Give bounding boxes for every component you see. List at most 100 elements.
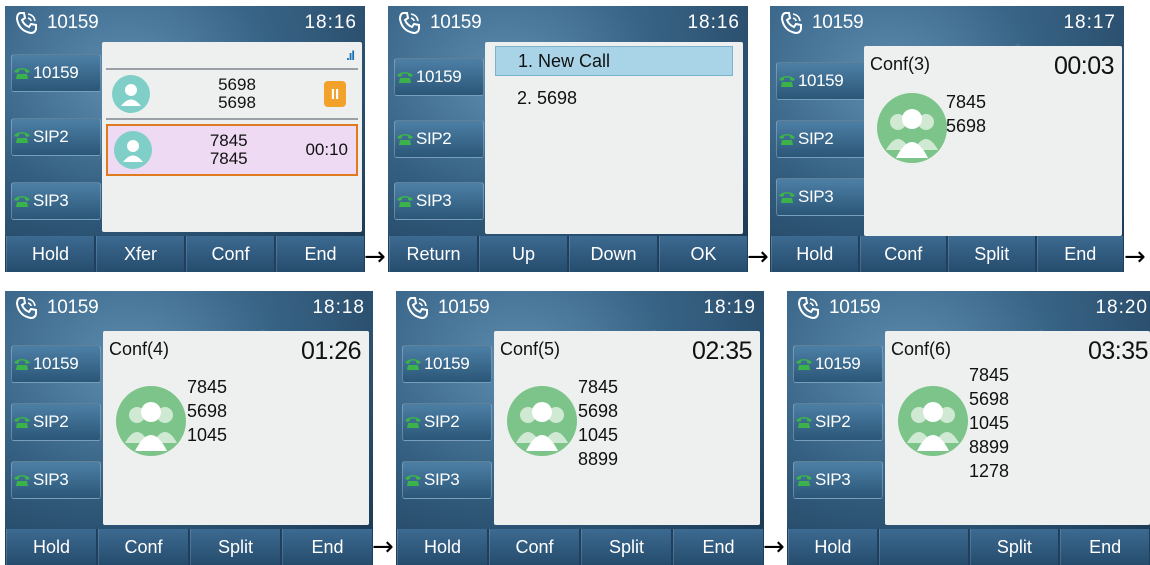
line-key-3[interactable]: SIP3 (11, 461, 101, 499)
line-key-2[interactable]: SIP2 (394, 120, 484, 158)
line-key-3[interactable]: SIP3 (793, 461, 883, 499)
conference-avatar-icon (116, 386, 186, 456)
menu-item-new-call[interactable]: 1. New Call (495, 46, 733, 76)
status-bar: 10159 18:16 (5, 6, 365, 40)
softkey-hold[interactable]: Hold (788, 529, 877, 565)
softkey-down[interactable]: Down (569, 236, 657, 272)
softkey-end[interactable]: End (1036, 236, 1123, 272)
line-key-3[interactable]: SIP3 (402, 461, 492, 499)
conference-title: Conf(5) (500, 339, 561, 359)
line-key-3[interactable]: SIP3 (11, 182, 101, 220)
account-label: 10159 (829, 297, 881, 318)
step-arrow: → (763, 532, 785, 562)
softkey-hold[interactable]: Hold (6, 236, 94, 272)
account-label: 10159 (438, 297, 490, 318)
softkey-split[interactable]: Split (581, 529, 671, 565)
call-row-held[interactable]: 5698 5698 II (106, 68, 358, 120)
softkey-bar: Hold Split End (787, 529, 1150, 565)
clock: 18:16 (687, 12, 740, 33)
softkey-end[interactable]: End (282, 529, 372, 565)
line-key-3[interactable]: SIP3 (394, 182, 484, 220)
conference-panel: Conf(6) 03:35 7845 5698 1045 8899 1278 (885, 331, 1150, 525)
softkey-conf[interactable]: Conf (98, 529, 188, 565)
softkey-split[interactable]: Split (969, 529, 1059, 565)
call-icon (15, 297, 37, 320)
conference-members: 7845 5698 1045 8899 1278 (969, 363, 1009, 483)
member-number: 5698 (946, 116, 987, 136)
conference-members: 7845 5698 1045 8899 (578, 375, 618, 471)
softkey-hold[interactable]: Hold (6, 529, 96, 565)
line-key-label: 10159 (424, 354, 470, 373)
step-arrow: → (747, 242, 769, 272)
phone-icon (14, 417, 30, 428)
conference-members: 7845 5698 (946, 90, 986, 138)
line-key-1[interactable]: 10159 (394, 58, 484, 96)
line-key-1[interactable]: 10159 (11, 345, 101, 383)
phone-icon (14, 68, 30, 79)
conference-panel: Conf(4) 01:26 7845 5698 1045 (103, 331, 369, 525)
line-key-1[interactable]: 10159 (402, 345, 492, 383)
member-number: 7845 (578, 377, 619, 397)
softkey-up[interactable]: Up (479, 236, 567, 272)
call-name: 7845 (209, 131, 248, 150)
softkey-split[interactable]: Split (948, 236, 1035, 272)
line-key-1[interactable]: 10159 (776, 62, 866, 100)
softkey-conf[interactable]: Conf (859, 236, 946, 272)
conference-avatar-icon (898, 386, 968, 456)
line-key-label: SIP2 (798, 129, 834, 148)
phone-icon (796, 359, 812, 370)
softkey-conf[interactable]: Conf (489, 529, 579, 565)
member-number: 7845 (187, 377, 228, 397)
call-list-panel: .ıl 5698 5698 II 7845 7845 00:10 (102, 42, 362, 232)
line-key-label: 10159 (416, 67, 462, 86)
conference-timer: 01:26 (300, 337, 362, 365)
member-number: 1278 (969, 461, 1010, 481)
call-row-active[interactable]: 7845 7845 00:10 (106, 124, 358, 176)
call-icon (780, 12, 802, 35)
line-key-2[interactable]: SIP2 (11, 403, 101, 441)
status-bar: 10159 18:18 (5, 291, 373, 325)
line-key-label: 10159 (33, 63, 79, 82)
phone-screen-1: 10159 18:16 10159 SIP2 SIP3 .ıl 5698 5698… (5, 6, 365, 272)
softkey-empty[interactable] (878, 529, 968, 565)
softkey-xfer[interactable]: Xfer (96, 236, 184, 272)
phone-screen-6: 10159 18:20 10159 SIP2 SIP3 Conf(6) 03:3… (787, 291, 1150, 565)
line-key-2[interactable]: SIP2 (11, 118, 101, 156)
line-key-label: SIP3 (798, 187, 834, 206)
clock: 18:17 (1063, 12, 1116, 33)
softkey-end[interactable]: End (276, 236, 364, 272)
conference-panel: Conf(3) 00:03 7845 5698 (864, 46, 1122, 236)
softkey-split[interactable]: Split (190, 529, 280, 565)
line-key-1[interactable]: 10159 (793, 345, 883, 383)
conference-timer: 03:35 (1087, 337, 1149, 365)
member-number: 5698 (969, 389, 1010, 409)
phone-icon (405, 417, 421, 428)
phone-icon (397, 196, 413, 207)
line-key-label: 10159 (815, 354, 861, 373)
line-key-label: SIP3 (815, 470, 851, 489)
line-key-2[interactable]: SIP2 (793, 403, 883, 441)
member-number: 5698 (187, 401, 228, 421)
softkey-ok[interactable]: OK (659, 236, 747, 272)
line-key-label: SIP3 (33, 470, 69, 489)
line-key-2[interactable]: SIP2 (776, 120, 866, 158)
account-label: 10159 (430, 12, 482, 33)
line-key-1[interactable]: 10159 (11, 54, 101, 92)
member-number: 1045 (187, 425, 228, 445)
menu-item-5698[interactable]: 2. 5698 (495, 84, 733, 112)
line-key-label: 10159 (798, 71, 844, 90)
phone-icon (397, 134, 413, 145)
conference-panel: Conf(5) 02:35 7845 5698 1045 8899 (494, 331, 760, 525)
line-key-3[interactable]: SIP3 (776, 178, 866, 216)
softkey-hold[interactable]: Hold (771, 236, 858, 272)
call-icon (398, 12, 420, 35)
softkey-conf[interactable]: Conf (186, 236, 274, 272)
menu-panel: 1. New Call 2. 5698 (485, 42, 743, 234)
softkey-return[interactable]: Return (389, 236, 477, 272)
softkey-hold[interactable]: Hold (397, 529, 487, 565)
softkey-end[interactable]: End (673, 529, 763, 565)
call-number: 5698 (218, 93, 256, 112)
phone-screen-4: 10159 18:18 10159 SIP2 SIP3 Conf(4) 01:2… (5, 291, 373, 565)
line-key-2[interactable]: SIP2 (402, 403, 492, 441)
softkey-end[interactable]: End (1060, 529, 1149, 565)
